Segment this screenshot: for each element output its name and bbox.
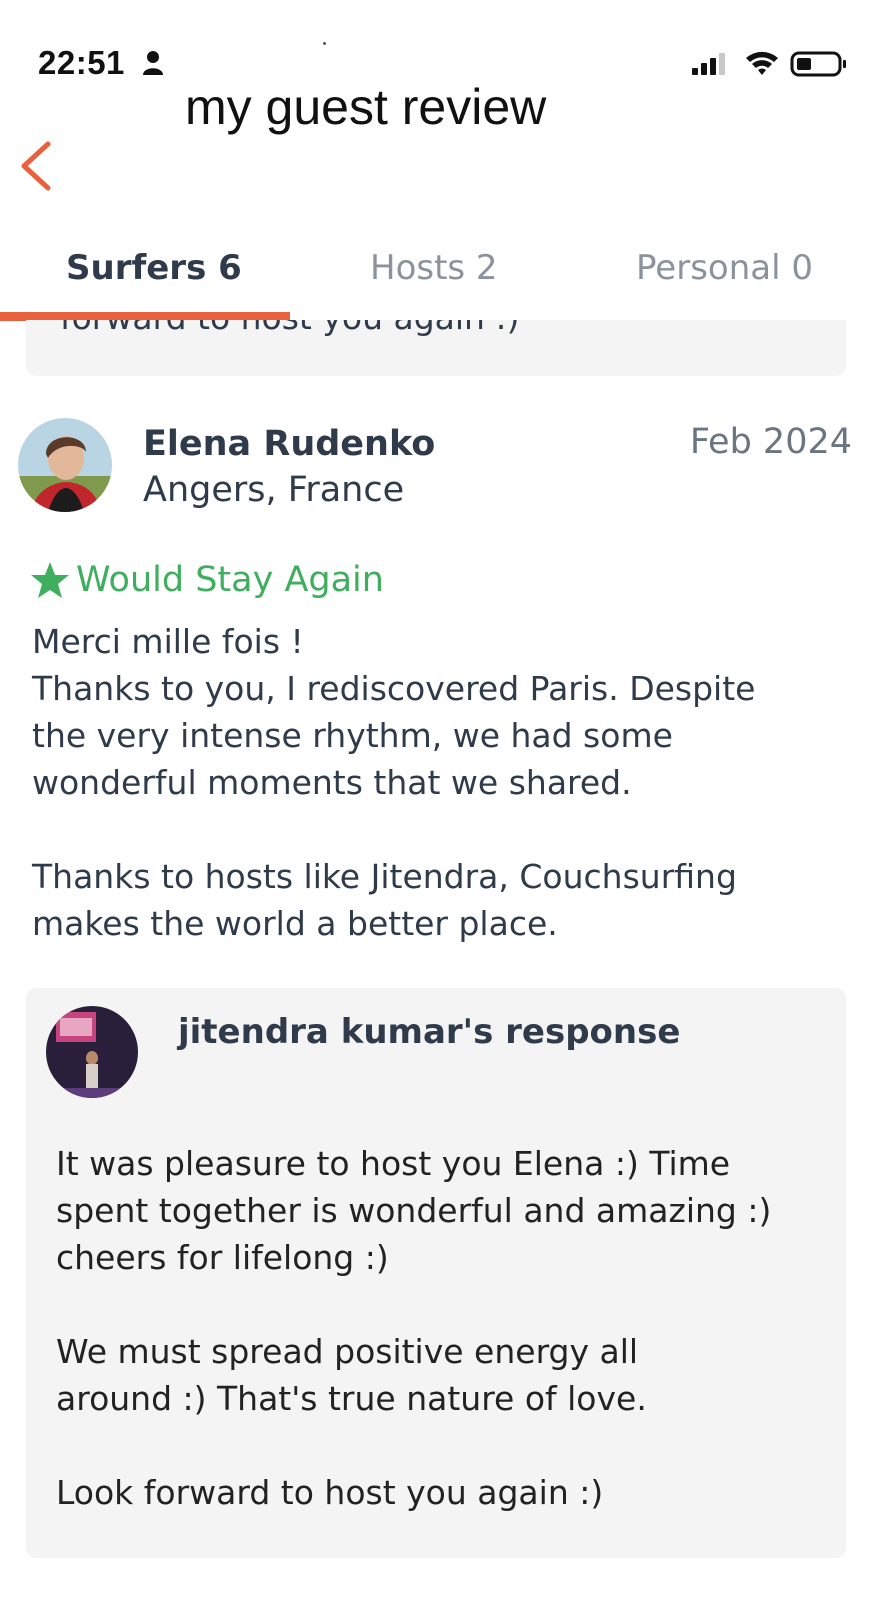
battery-icon bbox=[790, 51, 846, 77]
tab-surfers[interactable]: Surfers 6 bbox=[66, 248, 242, 288]
reviewer-name[interactable]: Elena Rudenko bbox=[143, 424, 435, 464]
review-line: Thanks to you, I rediscovered Paris. Des… bbox=[32, 669, 756, 708]
back-button[interactable] bbox=[14, 136, 62, 196]
response-line: Look forward to host you again :) bbox=[56, 1473, 604, 1512]
host-avatar[interactable] bbox=[46, 1006, 138, 1098]
previous-review-text: forward to host you again :) bbox=[60, 320, 519, 337]
recommendation-badge: Would Stay Again bbox=[30, 560, 384, 600]
review-line: Merci mille fois ! bbox=[32, 622, 304, 661]
review-line: makes the world a better place. bbox=[32, 904, 558, 943]
status-time: 22:51 bbox=[38, 44, 125, 81]
page-title: my guest review bbox=[185, 79, 547, 135]
person-icon bbox=[143, 51, 163, 75]
review-text: Merci mille fois ! Thanks to you, I redi… bbox=[32, 618, 852, 947]
review-date: Feb 2024 bbox=[689, 422, 852, 462]
tab-bar: Surfers 6 Hosts 2 Personal 0 bbox=[0, 240, 890, 320]
response-line: cheers for lifelong :) bbox=[56, 1238, 389, 1277]
reviewer-avatar[interactable] bbox=[18, 418, 112, 512]
previous-review-card: forward to host you again :) bbox=[26, 320, 846, 376]
reviewer-location: Angers, France bbox=[143, 470, 405, 510]
wifi-icon bbox=[746, 51, 778, 75]
tab-hosts[interactable]: Hosts 2 bbox=[370, 248, 498, 288]
response-line: We must spread positive energy all bbox=[56, 1332, 639, 1371]
review-line: Thanks to hosts like Jitendra, Couchsurf… bbox=[32, 857, 737, 896]
review-line: the very intense rhythm, we had some bbox=[32, 716, 673, 755]
response-line: around :) That's true nature of love. bbox=[56, 1379, 647, 1418]
recommendation-label: Would Stay Again bbox=[76, 560, 384, 600]
star-icon bbox=[31, 562, 69, 598]
response-title: jitendra kumar's response bbox=[178, 1012, 681, 1052]
response-line: It was pleasure to host you Elena :) Tim… bbox=[56, 1144, 731, 1183]
review-line: wonderful moments that we shared. bbox=[32, 763, 632, 802]
chevron-left-icon bbox=[21, 141, 51, 191]
tab-personal[interactable]: Personal 0 bbox=[636, 248, 813, 288]
speck bbox=[323, 42, 326, 45]
response-line: spent together is wonderful and amazing … bbox=[56, 1191, 772, 1230]
status-bar: 22:51 bbox=[0, 0, 890, 81]
response-text: It was pleasure to host you Elena :) Tim… bbox=[56, 1140, 826, 1516]
signal-icon bbox=[692, 53, 725, 75]
